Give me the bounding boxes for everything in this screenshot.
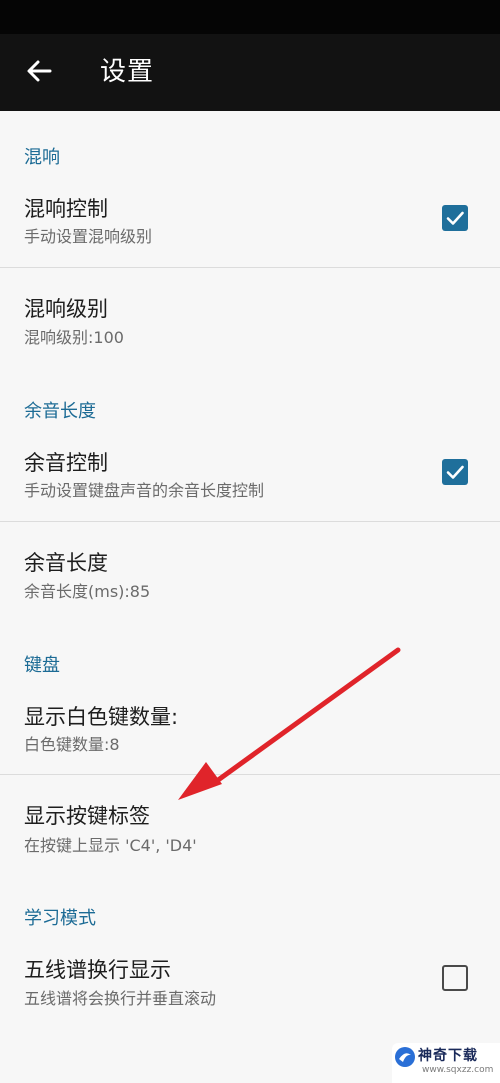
pref-title: 余音控制 [24, 451, 108, 475]
pref-title: 混响控制 [24, 197, 108, 221]
pref-summary: 混响级别:100 [24, 328, 124, 347]
check-icon [446, 465, 464, 479]
pref-sustain-length[interactable]: 余音长度 余音长度(ms):85 [0, 525, 500, 605]
pref-summary: 在按键上显示 'C4', 'D4' [24, 836, 197, 855]
divider [0, 521, 500, 522]
pref-summary: 手动设置键盘声音的余音长度控制 [24, 481, 265, 500]
pref-summary: 白色键数量:8 [24, 735, 120, 754]
watermark-url: www.sqxzz.com [422, 1065, 494, 1075]
arrow-left-icon [25, 57, 53, 89]
pref-staff-line-wrap[interactable]: 五线谱换行显示 五线谱将会换行并垂直滚动 [0, 941, 500, 1027]
pref-summary: 手动设置混响级别 [24, 227, 153, 246]
page-title: 设置 [100, 57, 155, 87]
check-icon [446, 211, 464, 225]
divider [0, 267, 500, 268]
watermark-brand: 神奇下载 [418, 1048, 478, 1064]
pref-title: 显示按键标签 [24, 804, 150, 828]
staff-line-wrap-checkbox[interactable] [442, 965, 468, 991]
pref-white-key-count[interactable]: 显示白色键数量: 白色键数量:8 [0, 689, 500, 775]
pref-title: 余音长度 [24, 551, 108, 575]
reverb-control-checkbox[interactable] [442, 205, 468, 231]
status-bar [0, 0, 500, 34]
app-bar: 设置 [0, 34, 500, 111]
section-header-reverb: 混响 [24, 147, 60, 168]
watermark: 神奇下载 www.sqxzz.com [392, 1043, 500, 1083]
pref-sustain-control[interactable]: 余音控制 手动设置键盘声音的余音长度控制 [0, 435, 500, 521]
pref-summary: 五线谱将会换行并垂直滚动 [24, 989, 217, 1008]
pref-summary: 余音长度(ms):85 [24, 582, 151, 601]
divider [0, 774, 500, 775]
section-header-learning-mode: 学习模式 [24, 908, 96, 929]
pref-show-key-labels[interactable]: 显示按键标签 在按键上显示 'C4', 'D4' [0, 777, 500, 857]
section-header-keyboard: 键盘 [24, 655, 60, 676]
section-header-sustain: 余音长度 [24, 401, 96, 422]
pref-reverb-level[interactable]: 混响级别 混响级别:100 [0, 271, 500, 351]
pref-reverb-control[interactable]: 混响控制 手动设置混响级别 [0, 181, 500, 267]
sustain-control-checkbox[interactable] [442, 459, 468, 485]
pref-title: 显示白色键数量: [24, 705, 179, 729]
pref-title: 混响级别 [24, 297, 108, 321]
brand-logo-icon [395, 1047, 415, 1067]
back-button[interactable] [16, 50, 62, 96]
pref-title: 五线谱换行显示 [24, 958, 171, 982]
